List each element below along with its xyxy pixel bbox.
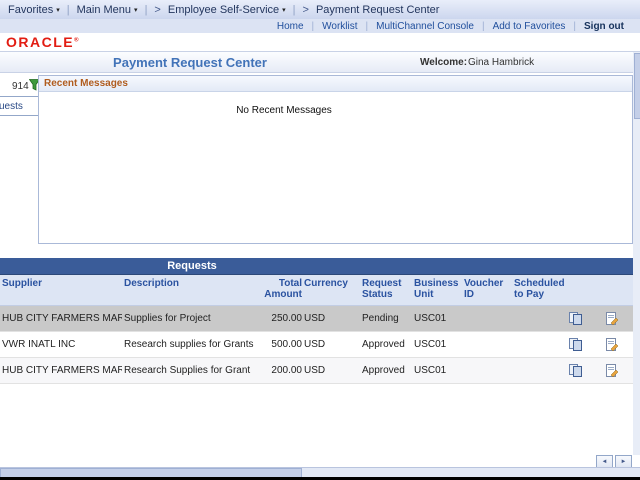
cell-currency: USD	[304, 313, 360, 324]
cell-request-status: Approved	[362, 365, 412, 376]
breadcrumb-employee-self-service[interactable]: Employee Self-Service ▾	[168, 4, 286, 16]
oracle-logo: ORACLE®	[6, 34, 80, 50]
nav-link-sign-out[interactable]: Sign out	[576, 21, 632, 32]
column-header-voucher-id[interactable]: Voucher ID	[464, 278, 512, 300]
breadcrumb-favorites[interactable]: Favorites ▾	[8, 4, 60, 16]
cell-total-amount: 200.00	[262, 365, 302, 376]
cell-supplier: HUB CITY FARMERS MARKET/	[2, 365, 122, 376]
breadcrumb-separator: |	[145, 4, 148, 16]
cell-request-status: Approved	[362, 339, 412, 350]
logo-strip: ORACLE®	[0, 33, 640, 51]
table-row: VWR INATL INC Research supplies for Gran…	[0, 332, 638, 358]
cell-request-status: Pending	[362, 313, 412, 324]
cell-currency: USD	[304, 365, 360, 376]
dropdown-caret-icon: ▾	[56, 6, 60, 14]
requests-section-title: Requests	[167, 260, 217, 272]
welcome-user-name: Gina Hambrick	[468, 57, 534, 68]
breadcrumb-label: Payment Request Center	[316, 4, 440, 16]
column-header-business-unit[interactable]: Business Unit	[414, 278, 462, 300]
requests-grid: Supplier Description Total Amount Curren…	[0, 275, 638, 384]
scroll-right-icon: ►	[621, 459, 627, 465]
edit-document-icon[interactable]	[604, 363, 620, 379]
recent-messages-box: Recent Messages No Recent Messages	[38, 75, 633, 244]
vertical-scrollbar[interactable]	[633, 52, 640, 455]
sidebar-id-fragment: 914	[12, 81, 29, 92]
nav-link-multichannel-console[interactable]: MultiChannel Console	[368, 21, 482, 32]
requests-grid-header: Supplier Description Total Amount Curren…	[0, 275, 638, 306]
nav-link-worklist[interactable]: Worklist	[314, 21, 365, 32]
breadcrumb-label: Employee Self-Service	[168, 4, 279, 16]
nav-link-add-to-favorites[interactable]: Add to Favorites	[485, 21, 574, 32]
scroll-left-icon: ◄	[602, 459, 608, 465]
breadcrumb-separator: |	[293, 4, 296, 16]
breadcrumb-chevron-icon: >	[303, 4, 309, 16]
column-header-supplier[interactable]: Supplier	[2, 278, 122, 289]
related-documents-icon[interactable]	[568, 363, 584, 379]
table-row: HUB CITY FARMERS MARKET/ Research Suppli…	[0, 358, 638, 384]
related-documents-icon[interactable]	[568, 311, 584, 327]
recent-messages-empty-text: No Recent Messages	[39, 105, 529, 116]
sidebar-link-requests[interactable]: uests	[0, 96, 39, 116]
edit-document-icon[interactable]	[604, 311, 620, 327]
column-header-total-amount[interactable]: Total Amount	[262, 278, 302, 300]
cell-business-unit: USC01	[414, 365, 462, 376]
vertical-scrollbar-thumb[interactable]	[634, 53, 640, 119]
cell-supplier: HUB CITY FARMERS MARKET/	[2, 313, 122, 324]
cell-supplier: VWR INATL INC	[2, 339, 122, 350]
cell-total-amount: 500.00	[262, 339, 302, 350]
related-documents-icon[interactable]	[568, 337, 584, 353]
nav-link-home[interactable]: Home	[269, 21, 312, 32]
column-header-description[interactable]: Description	[124, 278, 260, 289]
sidebar-link-label: uests	[0, 101, 23, 112]
cell-description: Research Supplies for Grant	[124, 365, 260, 376]
breadcrumb-label: Main Menu	[77, 4, 131, 16]
edit-document-icon[interactable]	[604, 337, 620, 353]
header-nav: Home | Worklist | MultiChannel Console |…	[0, 19, 640, 33]
dropdown-caret-icon: ▾	[282, 6, 286, 14]
cell-currency: USD	[304, 339, 360, 350]
breadcrumb-separator: |	[67, 4, 70, 16]
cell-business-unit: USC01	[414, 313, 462, 324]
recent-messages-header: Recent Messages	[39, 76, 632, 92]
breadcrumb-current-page: Payment Request Center	[316, 4, 440, 16]
column-header-currency[interactable]: Currency	[304, 278, 360, 289]
table-row: HUB CITY FARMERS MARKET/ Supplies for Pr…	[0, 306, 638, 332]
cell-business-unit: USC01	[414, 339, 462, 350]
column-header-scheduled-to-pay[interactable]: Scheduled to Pay	[514, 278, 566, 300]
cell-total-amount: 250.00	[262, 313, 302, 324]
breadcrumb-label: Favorites	[8, 4, 53, 16]
requests-section-bar: Requests	[0, 258, 638, 275]
page-title: Payment Request Center	[113, 55, 267, 70]
cell-description: Supplies for Project	[124, 313, 260, 324]
title-bar: Payment Request Center Welcome: Gina Ham…	[0, 51, 640, 73]
welcome-label: Welcome:	[420, 57, 467, 68]
breadcrumb-chevron-icon: >	[154, 4, 160, 16]
column-header-request-status[interactable]: Request Status	[362, 278, 412, 300]
dropdown-caret-icon: ▾	[134, 6, 138, 14]
registered-mark: ®	[74, 37, 80, 43]
breadcrumb-main-menu[interactable]: Main Menu ▾	[77, 4, 138, 16]
recent-messages-title: Recent Messages	[44, 78, 128, 89]
cell-description: Research supplies for Grants	[124, 339, 260, 350]
breadcrumb: Favorites ▾ | Main Menu ▾ | > Employee S…	[0, 0, 640, 20]
oracle-logo-text: ORACLE	[6, 34, 74, 50]
